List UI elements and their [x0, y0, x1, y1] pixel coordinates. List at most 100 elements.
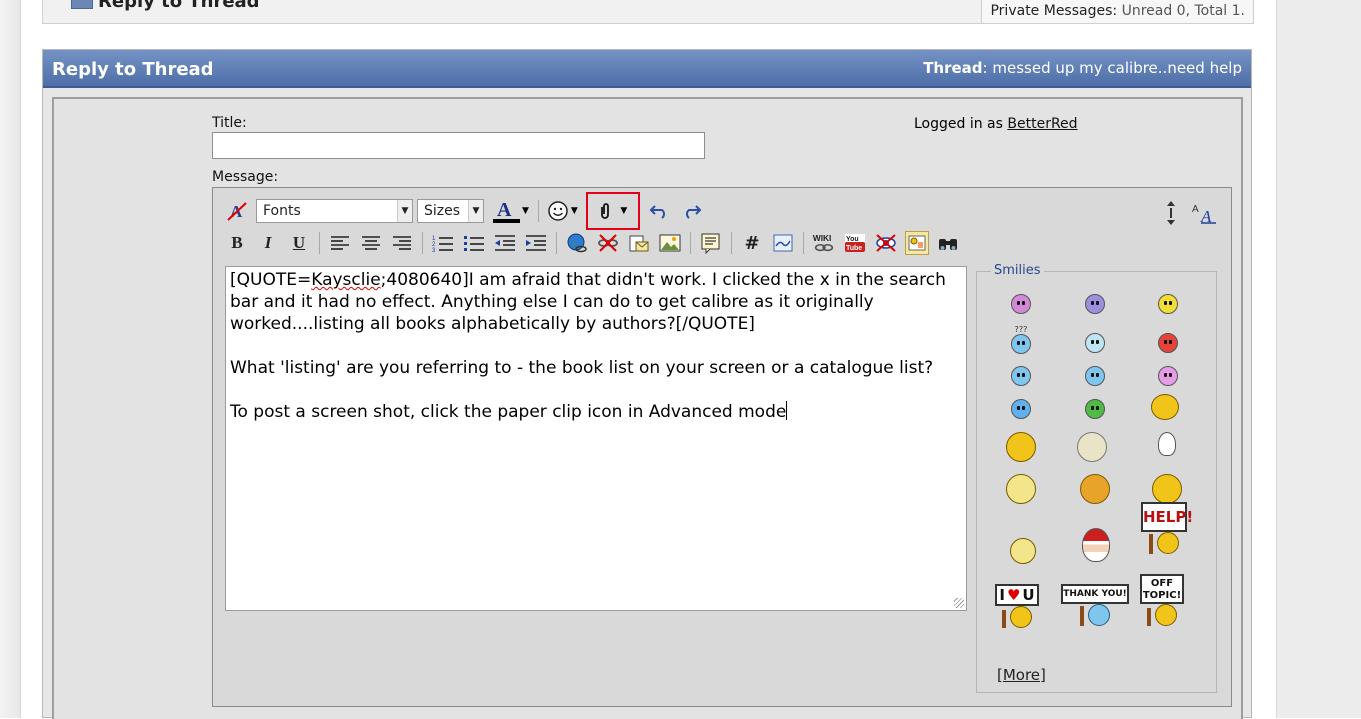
- svg-text:A: A: [1192, 204, 1199, 215]
- undo-icon[interactable]: [648, 199, 672, 223]
- smilies-panel: Smilies ??? HELP! I ♥ U THANK YOU! OFF T…: [976, 263, 1217, 693]
- smilie-cool-icon[interactable]: [1085, 366, 1105, 386]
- chevron-down-icon: ▼: [522, 206, 529, 216]
- smilie-smile-purple-icon[interactable]: [1011, 294, 1031, 314]
- font-select[interactable]: Fonts ▼: [256, 199, 413, 223]
- pm-label: Private Messages:: [990, 3, 1118, 19]
- insert-email-icon[interactable]: [627, 231, 651, 255]
- username-link[interactable]: BetterRed: [1007, 116, 1077, 132]
- size-select-value: Sizes: [424, 203, 461, 219]
- indent-icon[interactable]: [524, 231, 548, 255]
- message-body: ;4080640]I am afraid that didn't work. I…: [230, 270, 946, 422]
- align-right-icon[interactable]: [390, 231, 414, 255]
- toggle-smilies-panel-icon[interactable]: [905, 231, 929, 255]
- find-icon[interactable]: [936, 231, 960, 255]
- message-editor: A Fonts ▼ Sizes ▼ A ▼ ▼: [212, 187, 1232, 707]
- code-hash-button[interactable]: #: [740, 231, 764, 255]
- youtube-icon[interactable]: You Tube: [843, 231, 867, 255]
- smilie-thumbsup-icon[interactable]: [1151, 394, 1179, 420]
- spoiler-icon[interactable]: [874, 231, 898, 255]
- align-left-icon[interactable]: [328, 231, 352, 255]
- thank-you-sign: THANK YOU!: [1061, 584, 1129, 604]
- svg-text:Tube: Tube: [846, 245, 862, 252]
- smilie-idea-icon[interactable]: [1158, 432, 1176, 456]
- smilie-off-topic-icon[interactable]: OFF TOPIC!: [1140, 574, 1184, 626]
- align-center-icon[interactable]: [359, 231, 383, 255]
- smilie-eek-icon[interactable]: [1085, 333, 1105, 353]
- smilie-mad-icon[interactable]: [1158, 333, 1178, 353]
- smilie-santa-icon[interactable]: [1082, 528, 1110, 562]
- logged-in-prefix: Logged in as: [914, 116, 1003, 132]
- insert-smilie-button[interactable]: ▼: [547, 200, 578, 222]
- text-caret: [786, 401, 788, 420]
- page-right-margin: [1276, 0, 1361, 718]
- redo-icon[interactable]: [679, 199, 703, 223]
- resize-grip[interactable]: [954, 598, 964, 608]
- iloveu-i: I: [999, 586, 1005, 604]
- page-left-margin: [0, 0, 21, 718]
- reply-form: Title: Logged in as BetterRed Message: A…: [52, 97, 1243, 719]
- title-input[interactable]: [212, 132, 705, 159]
- quote-open: [QUOTE=: [230, 270, 312, 290]
- smilie-book-icon[interactable]: [1077, 432, 1107, 462]
- reply-header: Reply to Thread Thread: messed up my cal…: [43, 50, 1251, 88]
- italic-button[interactable]: I: [256, 231, 280, 255]
- off-topic-sign: OFF TOPIC!: [1140, 574, 1184, 604]
- private-messages: Private Messages: Unread 0, Total 1.: [981, 0, 1253, 23]
- smilie-rolleyes-icon[interactable]: [1011, 366, 1031, 386]
- switch-editor-mode-icon[interactable]: AA: [1191, 202, 1217, 228]
- smilie-confused-icon[interactable]: ???: [1011, 326, 1031, 354]
- outdent-icon[interactable]: [493, 231, 517, 255]
- ordered-list-icon[interactable]: 123: [431, 231, 455, 255]
- underline-button[interactable]: U: [287, 231, 311, 255]
- font-select-value: Fonts: [263, 203, 301, 219]
- logged-in-info: Logged in as BetterRed: [914, 116, 1078, 132]
- smilie-happy-icon[interactable]: [1010, 538, 1036, 564]
- insert-link-icon[interactable]: [565, 231, 589, 255]
- smilie-frown-icon[interactable]: [1085, 294, 1105, 314]
- svg-text:A: A: [497, 199, 512, 221]
- unordered-list-icon[interactable]: [462, 231, 486, 255]
- smilie-wink-icon[interactable]: [1011, 399, 1031, 419]
- quote-icon[interactable]: [699, 231, 723, 255]
- smilie-wave-icon[interactable]: [1006, 474, 1036, 504]
- chevron-down-icon: ▼: [468, 200, 483, 222]
- smilie-smile-icon[interactable]: [1158, 294, 1178, 314]
- message-textarea[interactable]: [QUOTE=Kaysclie;4080640]I am afraid that…: [225, 266, 967, 611]
- smilie-thank-you-icon[interactable]: THANK YOU!: [1061, 584, 1129, 626]
- thread-info: Thread: messed up my calibre..need help: [923, 59, 1242, 77]
- resize-editor-icon[interactable]: [1165, 200, 1177, 230]
- unlink-icon[interactable]: [596, 231, 620, 255]
- chevron-down-icon: ▼: [570, 206, 578, 216]
- insert-code-icon[interactable]: [771, 231, 795, 255]
- smilie-approve-icon[interactable]: [1152, 474, 1182, 504]
- insert-image-icon[interactable]: [658, 231, 682, 255]
- top-title: Reply to Thread: [98, 0, 260, 12]
- smilie-i-love-u-icon[interactable]: I ♥ U: [995, 584, 1039, 628]
- thread-sep: :: [982, 59, 988, 77]
- toolbar-separator: [319, 232, 320, 254]
- remove-format-icon[interactable]: A: [225, 199, 249, 223]
- iloveu-u: U: [1022, 586, 1035, 604]
- thread-title[interactable]: messed up my calibre..need help: [992, 59, 1242, 77]
- more-smilies-link[interactable]: [More]: [997, 666, 1046, 684]
- smilie-tongue-icon[interactable]: [1158, 366, 1178, 386]
- paperclip-icon: [601, 203, 610, 219]
- attachment-button[interactable]: ▼: [585, 192, 640, 230]
- wiki-link-icon[interactable]: WIKI: [812, 231, 836, 255]
- toolbar-separator: [422, 232, 423, 254]
- toolbar-separator: [690, 232, 691, 254]
- size-select[interactable]: Sizes ▼: [417, 199, 484, 223]
- pm-value[interactable]: Unread 0, Total 1.: [1122, 3, 1245, 19]
- text-color-button[interactable]: A ▼: [492, 198, 529, 224]
- smilie-reading-icon[interactable]: [1006, 432, 1036, 462]
- smilie-help-sign-icon[interactable]: HELP!: [1141, 502, 1193, 554]
- help-sign: HELP!: [1141, 502, 1193, 532]
- toolbar-separator: [803, 232, 804, 254]
- smilie-shout-icon[interactable]: [1080, 474, 1110, 504]
- reply-to-thread-panel: Reply to Thread Thread: messed up my cal…: [42, 49, 1252, 719]
- message-label: Message:: [212, 169, 279, 185]
- smilie-biggrin-icon[interactable]: [1085, 399, 1105, 419]
- bold-button[interactable]: B: [225, 231, 249, 255]
- svg-text:3: 3: [432, 248, 436, 252]
